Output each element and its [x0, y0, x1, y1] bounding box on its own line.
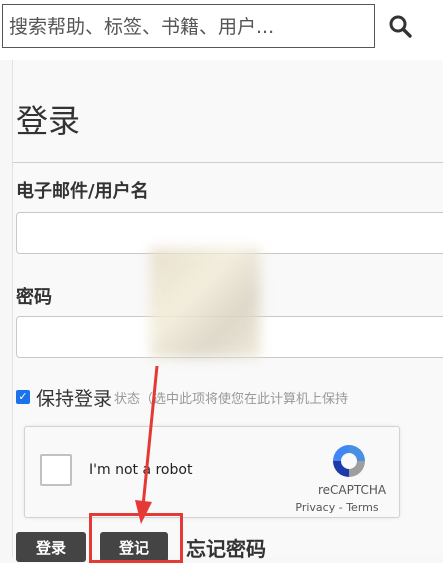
remember-checkbox[interactable]: ✓ [16, 390, 30, 404]
page-title: 登录 [16, 102, 81, 140]
remember-hint: 状态（选中此项将使您在此计算机上保持 [114, 391, 349, 407]
top-bar: 搜索帮助、标签、书籍、用户... [0, 0, 443, 60]
remember-me[interactable]: ✓ 保持登录 状态（选中此项将使您在此计算机上保持 [16, 385, 349, 410]
search-icon [389, 15, 412, 38]
search-input[interactable]: 搜索帮助、标签、书籍、用户... [2, 4, 375, 48]
obscured-overlay [150, 248, 260, 358]
recaptcha-logo-icon [333, 445, 365, 477]
recaptcha-widget: I'm not a robot reCAPTCHA Privacy - Term… [24, 426, 400, 518]
title-divider [12, 162, 443, 163]
highlight-box [89, 513, 183, 563]
recaptcha-label: I'm not a robot [89, 462, 193, 478]
search-button[interactable] [378, 4, 422, 48]
recaptcha-checkbox[interactable] [40, 454, 72, 486]
recaptcha-brand: reCAPTCHA [317, 483, 387, 497]
email-label: 电子邮件/用户名 [16, 181, 149, 202]
remember-label: 保持登录 [36, 387, 113, 410]
recaptcha-links[interactable]: Privacy - Terms [277, 501, 397, 514]
login-button[interactable]: 登录 [16, 532, 86, 562]
forgot-password-link[interactable]: 忘记密码 [186, 533, 266, 562]
password-label: 密码 [16, 287, 52, 308]
